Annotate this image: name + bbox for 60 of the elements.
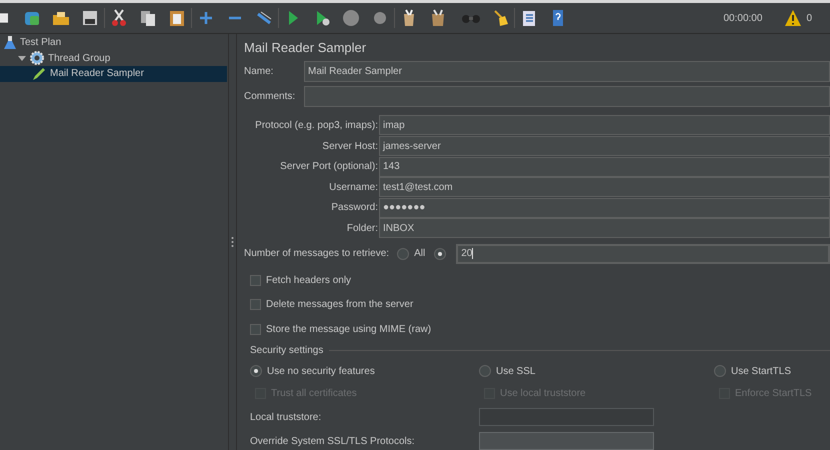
input-field[interactable]: 143: [379, 156, 830, 177]
save-icon[interactable]: [81, 9, 99, 27]
tree-item[interactable]: Mail Reader Sampler: [0, 66, 227, 82]
splitter-handle-icon[interactable]: [231, 236, 234, 248]
checkbox-label[interactable]: Fetch headers only: [266, 272, 352, 288]
field-label: Override System SSL/TLS Protocols:: [250, 434, 416, 449]
field-label: Server Host:: [322, 140, 378, 154]
field-label: Server Port (optional):: [280, 160, 378, 174]
radio-button[interactable]: [250, 365, 262, 378]
field-label: Name:: [244, 65, 274, 80]
stop-icon[interactable]: [342, 9, 360, 27]
field-label: Number of messages to retrieve:: [244, 247, 390, 262]
checkbox[interactable]: [250, 299, 261, 310]
radio-label[interactable]: All: [414, 246, 426, 262]
clear-all-icon[interactable]: [429, 9, 447, 27]
field-label: Password:: [331, 201, 378, 216]
radio-button[interactable]: [714, 365, 726, 378]
field-label: Local truststore:: [250, 410, 322, 425]
warning-icon[interactable]: [784, 9, 802, 27]
warning-count: 0: [806, 12, 812, 26]
radio-button[interactable]: [397, 248, 410, 260]
field-label: Comments:: [244, 90, 296, 104]
section-title: Security settings: [250, 344, 324, 358]
input-field[interactable]: ●●●●●●●: [379, 198, 830, 218]
elapsed-time: 00:00:00: [724, 12, 762, 26]
comments-field[interactable]: [304, 86, 830, 108]
shutdown-icon[interactable]: [371, 9, 389, 27]
paste-icon[interactable]: [168, 9, 186, 27]
input-field[interactable]: [479, 432, 654, 450]
list-icon[interactable]: [520, 9, 538, 27]
templates-icon[interactable]: [23, 9, 41, 27]
name-field[interactable]: Mail Reader Sampler: [304, 61, 830, 82]
field-label: Username:: [329, 180, 378, 195]
field-label: Folder:: [346, 222, 378, 236]
field-label: Protocol (e.g. pop3, imaps):: [255, 118, 378, 133]
checkbox[interactable]: [250, 324, 261, 335]
radio-button[interactable]: [479, 365, 491, 378]
input-field[interactable]: imap: [379, 115, 830, 136]
checkbox-label[interactable]: Store the message using MIME (raw): [266, 322, 432, 337]
input-field[interactable]: james-server: [379, 136, 830, 156]
tree-item[interactable]: Test Plan: [0, 35, 227, 50]
flask-icon: [4, 36, 16, 50]
checkbox-label[interactable]: Delete messages from the server: [266, 297, 414, 312]
copy-icon[interactable]: [139, 9, 157, 27]
radio-label[interactable]: Use SSL: [496, 364, 536, 379]
tree-item[interactable]: Thread Group: [0, 50, 227, 66]
checkbox[interactable]: [250, 274, 261, 286]
collapse-arrow-icon[interactable]: [18, 54, 26, 62]
pencil-icon: [32, 66, 46, 81]
radio-button[interactable]: [434, 248, 446, 260]
input-field[interactable]: INBOX: [379, 218, 830, 238]
radio-label[interactable]: Use no security features: [267, 364, 375, 379]
count-field[interactable]: 20: [456, 244, 830, 264]
open-folder-icon[interactable]: [52, 9, 70, 27]
radio-label[interactable]: Use StartTLS: [731, 364, 792, 379]
plus-icon[interactable]: [197, 9, 215, 27]
panel-title: Mail Reader Sampler: [244, 39, 368, 58]
input-field[interactable]: test1@test.com: [379, 177, 830, 198]
gear-icon: [30, 51, 44, 66]
cut-icon[interactable]: [110, 9, 128, 27]
